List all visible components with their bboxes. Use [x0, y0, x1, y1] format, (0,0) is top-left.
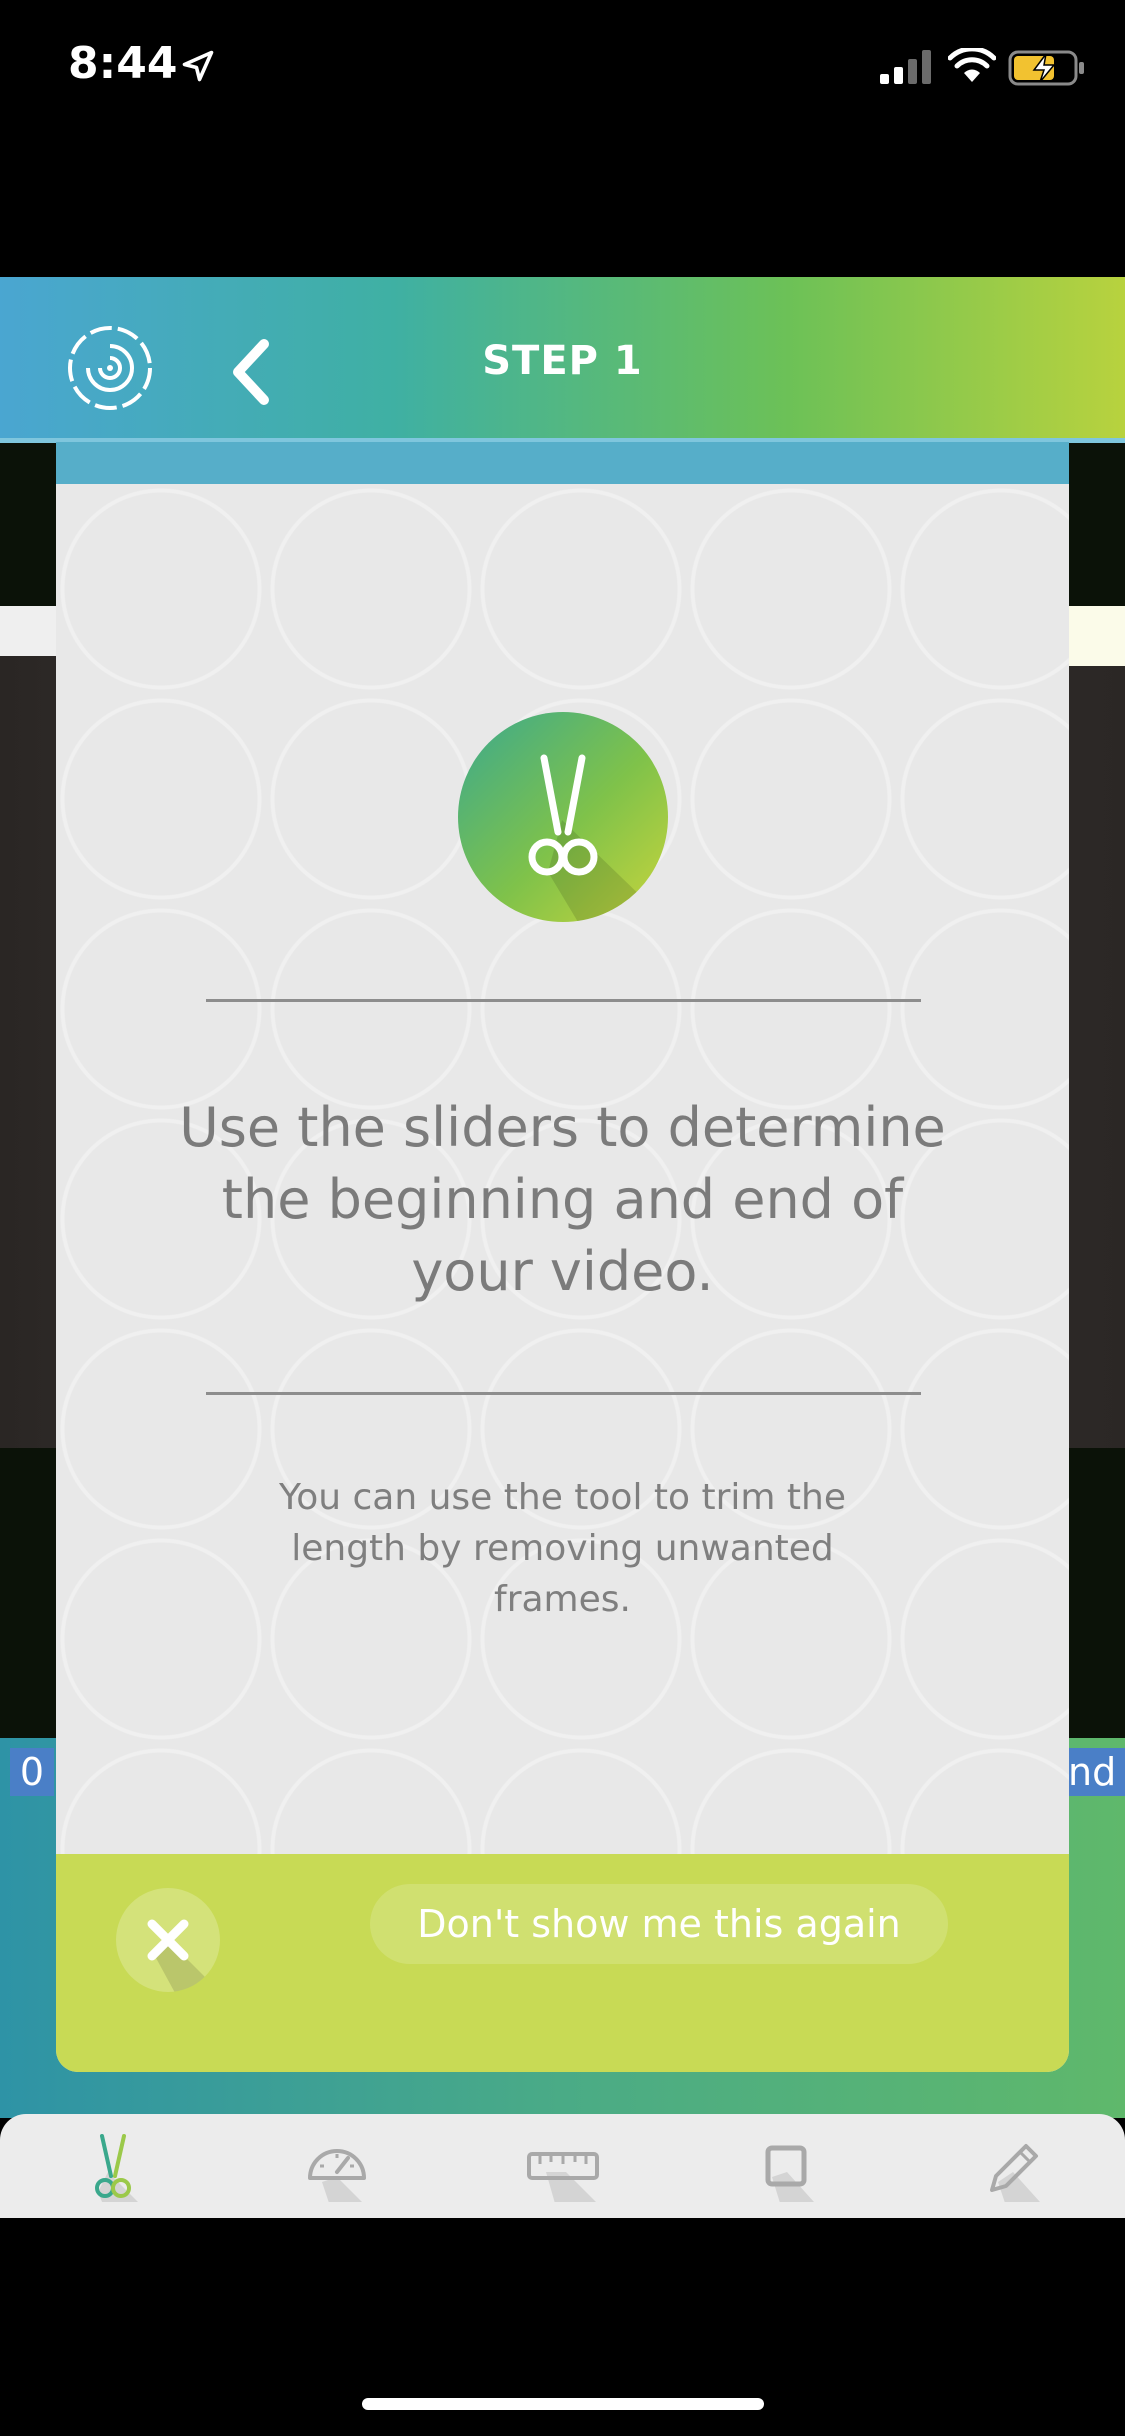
battery-charging-icon	[1008, 50, 1084, 86]
close-button[interactable]	[116, 1888, 220, 1992]
trim-tool-scissors-icon[interactable]	[78, 2132, 148, 2202]
timeline-end-label: nd	[1068, 1748, 1125, 1796]
cellular-signal-icon	[880, 50, 931, 84]
tool-badge	[458, 712, 668, 922]
square-icon[interactable]	[752, 2132, 822, 2202]
tutorial-description: You can use the tool to trim the length …	[279, 1477, 846, 1620]
ruler-icon[interactable]	[526, 2132, 600, 2202]
divider-top	[206, 999, 921, 1002]
video-highlight-left	[0, 606, 58, 656]
status-time: 8:44	[68, 38, 178, 89]
tutorial-headline: Use the sliders to determine the beginni…	[179, 1096, 946, 1303]
close-icon	[147, 1919, 220, 1992]
timeline-start-label: 0	[10, 1748, 54, 1796]
scissors-icon	[528, 754, 668, 922]
page-title: STEP 1	[482, 338, 643, 384]
divider-bottom	[206, 1392, 921, 1395]
tutorial-card: Use the sliders to determine the beginni…	[56, 442, 1069, 2072]
wifi-icon	[948, 48, 996, 82]
pencil-icon[interactable]	[978, 2132, 1048, 2202]
video-highlight-right	[1068, 606, 1125, 666]
location-arrow-icon	[182, 50, 214, 82]
tool-bar	[0, 2114, 1125, 2218]
card-top-bar	[56, 442, 1069, 484]
dont-show-again-button[interactable]: Don't show me this again	[370, 1884, 948, 1964]
home-indicator[interactable]	[362, 2398, 764, 2410]
speedometer-icon[interactable]	[302, 2132, 372, 2202]
